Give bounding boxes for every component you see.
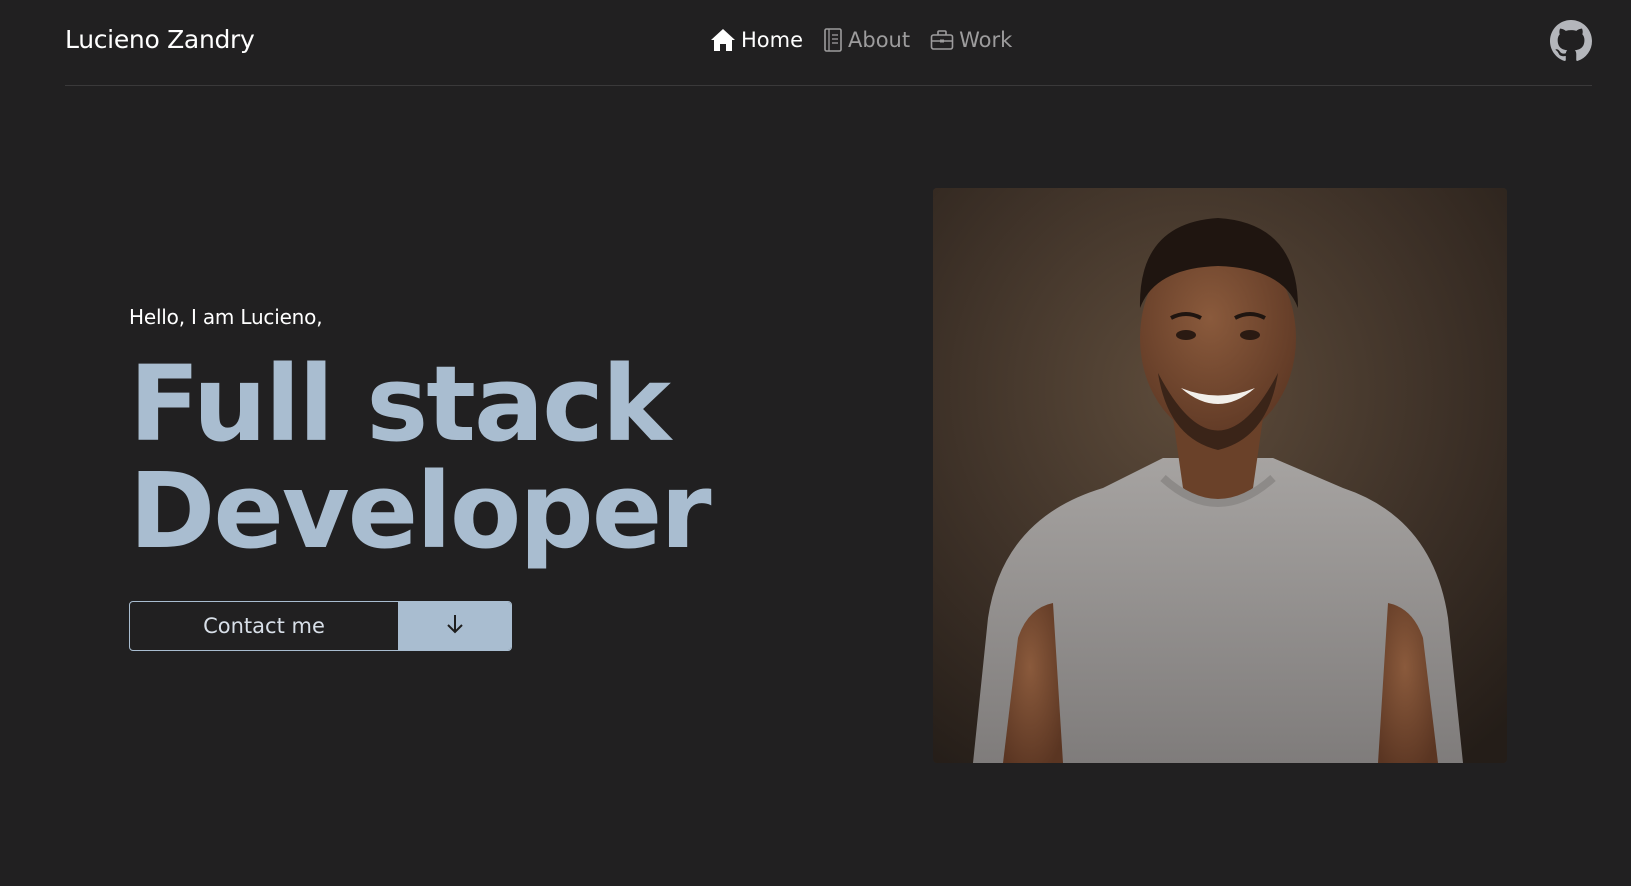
headline-line-1: Full stack: [129, 343, 671, 465]
greeting-text: Hello, I am Lucieno,: [129, 305, 323, 329]
nav-item-label: Work: [959, 28, 1013, 52]
contact-button-group: Contact me: [129, 601, 512, 651]
brand-name[interactable]: Lucieno Zandry: [65, 25, 255, 54]
nav-item-label: About: [848, 28, 911, 52]
hero-text: Hello, I am Lucieno, Full stack Develope…: [129, 305, 712, 572]
scroll-down-button[interactable]: [398, 602, 511, 650]
github-icon[interactable]: [1550, 20, 1592, 62]
arrow-down-icon: [445, 613, 465, 639]
headline-line-2: Developer: [129, 450, 712, 572]
headline: Full stack Developer: [129, 343, 712, 572]
nav-item-about[interactable]: About: [823, 28, 910, 52]
document-icon: [823, 28, 843, 52]
nav-item-label: Home: [741, 28, 804, 52]
home-icon: [710, 28, 736, 52]
briefcase-icon: [930, 29, 954, 51]
nav-links: Home About Work: [710, 28, 1012, 52]
nav-item-work[interactable]: Work: [930, 28, 1012, 52]
navbar: Lucieno Zandry Home About Work: [65, 0, 1592, 86]
nav-item-home[interactable]: Home: [710, 28, 803, 52]
contact-me-button[interactable]: Contact me: [130, 602, 398, 650]
portrait-photo: [933, 188, 1507, 763]
